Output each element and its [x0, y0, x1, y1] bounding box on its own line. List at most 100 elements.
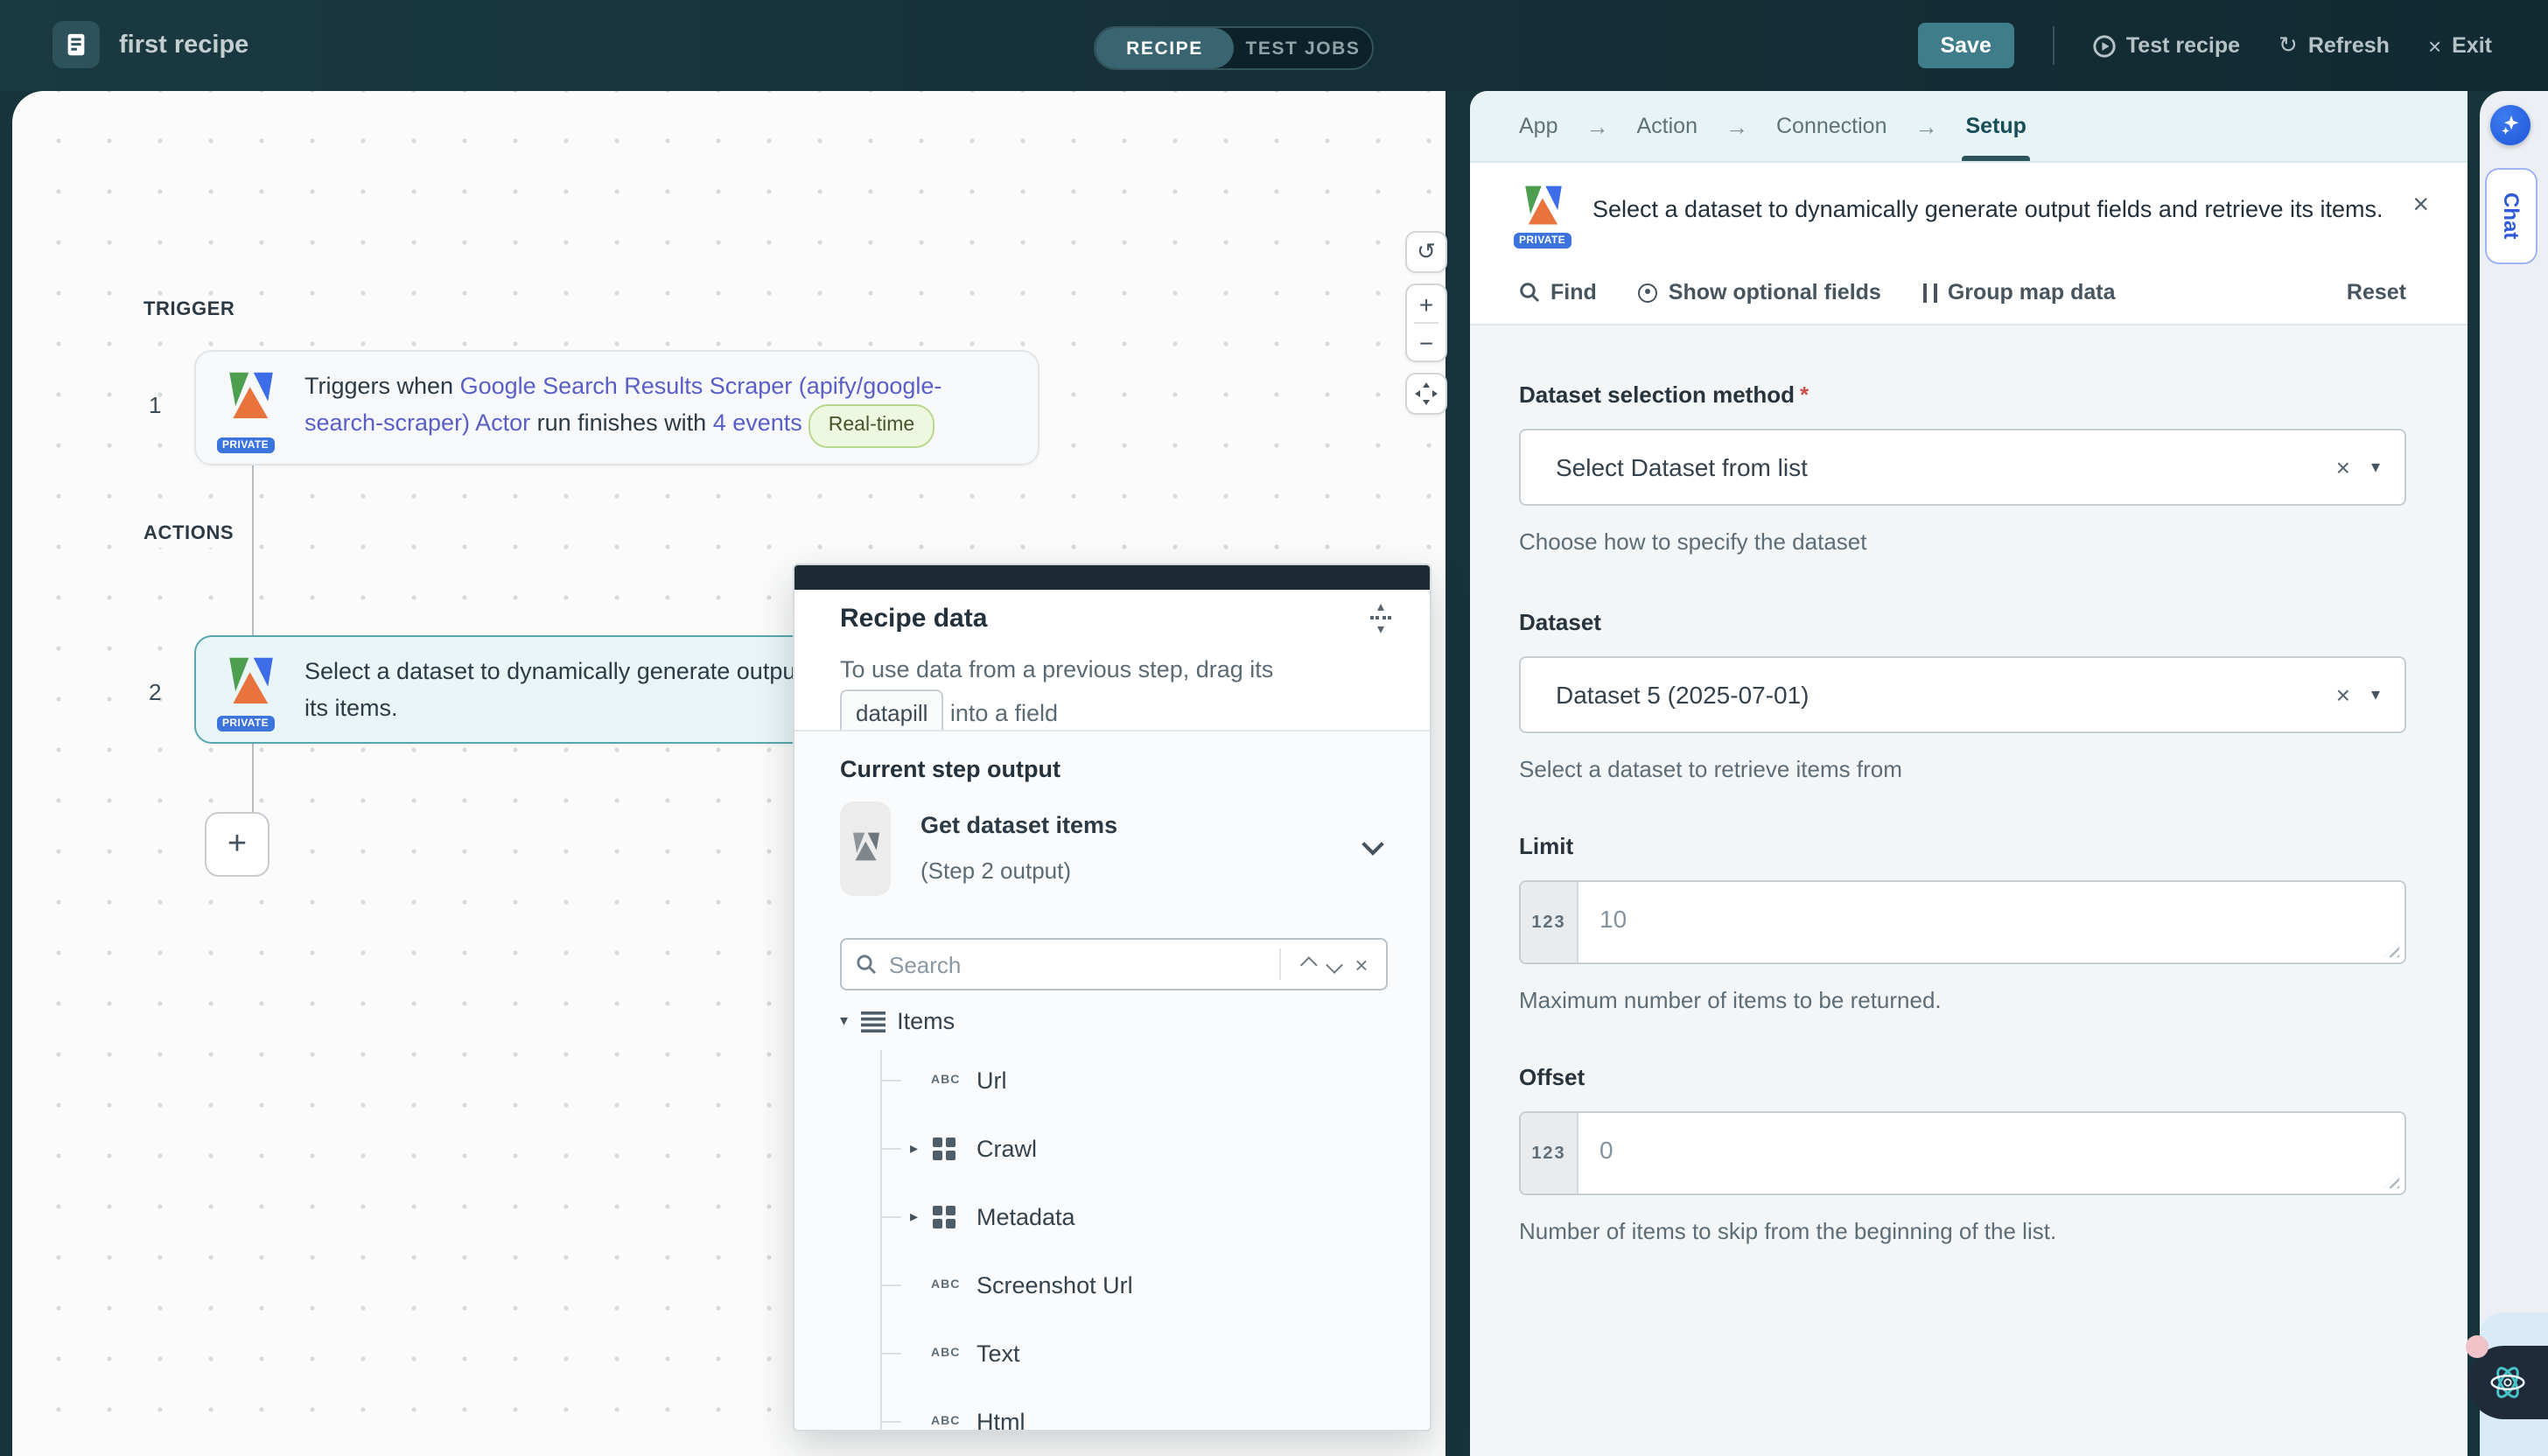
private-badge: PRIVATE [1514, 233, 1571, 248]
apify-logo-gray-icon [848, 830, 883, 868]
reset-view-button[interactable]: ↺ [1405, 231, 1447, 273]
recipe-doc-icon[interactable] [52, 21, 100, 68]
topbar-actions: Save Test recipe ↻ Refresh × Exit [1917, 0, 2492, 91]
pan-button[interactable] [1405, 373, 1447, 415]
drag-handle-icon[interactable]: ▴ ▾ [1370, 600, 1391, 635]
test-recipe-button[interactable]: Test recipe [2093, 33, 2240, 58]
show-optional-fields-button[interactable]: Show optional fields [1639, 280, 1881, 304]
dataset-select[interactable]: Dataset 5 (2025-07-01) × ▾ [1519, 656, 2406, 733]
refresh-button[interactable]: ↻ Refresh [2278, 32, 2390, 60]
show-optional-label: Show optional fields [1669, 280, 1881, 304]
subtitle-prefix: To use data from a previous step, drag i… [840, 656, 1273, 682]
tree-root-label: Items [897, 1008, 955, 1034]
chevron-down-icon[interactable] [1362, 833, 1383, 855]
tab-recipe[interactable]: RECIPE [1096, 28, 1234, 68]
recipe-title: first recipe [119, 32, 248, 60]
divider [1279, 948, 1281, 980]
drag-dots [1370, 616, 1391, 620]
subtitle-suffix: into a field [943, 700, 1058, 726]
datapill-html[interactable]: ABC Html [794, 1402, 1430, 1432]
refresh-label: Refresh [2308, 33, 2390, 58]
datapill-label: Text [976, 1340, 1020, 1366]
offset-input[interactable]: 0 [1578, 1113, 2404, 1194]
group-map-data-button[interactable]: Group map data [1923, 280, 2116, 304]
datapill-url[interactable]: ABC Url [794, 1060, 1430, 1099]
field-dataset-selection-method: Dataset selection method* Select Dataset… [1519, 382, 2406, 555]
zoom-out-button[interactable]: − [1407, 324, 1446, 360]
datapill-crawl[interactable]: ▸ Crawl [794, 1129, 1430, 1167]
number-type-icon: 123 [1521, 1113, 1578, 1194]
exit-button[interactable]: × Exit [2428, 32, 2492, 59]
step-connector-line [252, 458, 254, 662]
datapill-search: × [840, 938, 1388, 990]
tree-tick [880, 1352, 901, 1354]
private-badge: PRIVATE [217, 438, 274, 453]
clear-icon[interactable]: × [2315, 681, 2371, 709]
private-badge: PRIVATE [217, 716, 274, 732]
tree-tick [880, 1215, 901, 1217]
step-connector-line [252, 744, 254, 812]
breadcrumb-connection[interactable]: Connection [1776, 114, 1887, 138]
text-type-icon: ABC [931, 1415, 960, 1427]
search-icon [856, 954, 877, 975]
top-bar: first recipe RECIPE TEST JOBS Save Test … [0, 0, 2548, 91]
close-icon: × [2428, 32, 2441, 59]
save-button[interactable]: Save [1917, 23, 2013, 68]
caret-down-icon[interactable]: ▾ [2371, 685, 2380, 704]
apify-app-icon: PRIVATE [222, 368, 280, 448]
search-input[interactable] [889, 951, 1269, 977]
trigger-text-prefix: Triggers when [304, 373, 460, 399]
tab-test-jobs[interactable]: TEST JOBS [1234, 28, 1372, 68]
breadcrumb-setup[interactable]: Setup [1966, 114, 2026, 138]
zoom-control: + − [1405, 284, 1447, 362]
divider [2053, 26, 2054, 65]
panel-toolbar: Find Show optional fields Group map data… [1470, 261, 2468, 326]
close-panel-button[interactable]: × [2412, 191, 2429, 222]
limit-input[interactable]: 10 [1578, 882, 2404, 962]
search-prev-button[interactable] [1292, 950, 1320, 978]
step-2-number: 2 [149, 679, 161, 705]
breadcrumb-app[interactable]: App [1519, 114, 1558, 138]
field-label: Dataset selection method* [1519, 382, 2406, 408]
tree-root-items[interactable]: ▾ Items [840, 1008, 955, 1034]
current-step-output-section: Current step output Get dataset items (S… [794, 730, 1430, 1430]
caret-down-icon[interactable]: ▾ [840, 1012, 848, 1031]
trigger-events-link[interactable]: 4 events [713, 410, 802, 436]
caret-down-icon[interactable]: ▾ [2371, 458, 2380, 477]
chat-button[interactable]: Chat [2485, 168, 2538, 264]
chevron-up-icon [1299, 956, 1317, 973]
actions-section-label: ACTIONS [135, 520, 242, 548]
ai-assistant-button[interactable] [2490, 105, 2530, 145]
find-button[interactable]: Find [1519, 280, 1597, 304]
drag-up-icon: ▴ [1377, 600, 1384, 612]
add-step-button[interactable]: + [205, 812, 270, 877]
datapill-text[interactable]: ABC Text [794, 1334, 1430, 1372]
apify-logo-icon [222, 368, 280, 430]
search-close-button[interactable]: × [1348, 951, 1376, 977]
tree-tick [880, 1079, 901, 1081]
search-next-button[interactable] [1320, 950, 1348, 978]
field-limit: Limit 123 10 Maximum number of items to … [1519, 833, 2406, 1013]
clear-icon[interactable]: × [2315, 453, 2371, 481]
atom-icon [2488, 1363, 2527, 1402]
refresh-icon: ↻ [2278, 32, 2298, 60]
pan-icon [1414, 382, 1438, 406]
apify-logo-icon [1519, 182, 1568, 234]
popup-drag-bar[interactable] [794, 565, 1430, 590]
minus-icon: − [1419, 328, 1433, 356]
section-title: Current step output [840, 756, 1060, 782]
datapill-metadata[interactable]: ▸ Metadata [794, 1197, 1430, 1236]
caret-right-icon[interactable]: ▸ [910, 1138, 918, 1158]
popup-title: Recipe data [840, 604, 987, 634]
arrow-icon: → [1726, 113, 1748, 139]
reset-fields-button[interactable]: Reset [2347, 280, 2406, 304]
zoom-in-button[interactable]: + [1407, 285, 1446, 322]
step-1-number: 1 [149, 392, 161, 418]
dataset-selection-method-select[interactable]: Select Dataset from list × ▾ [1519, 429, 2406, 506]
caret-right-icon[interactable]: ▸ [910, 1207, 918, 1226]
find-label: Find [1550, 280, 1597, 304]
breadcrumb-action[interactable]: Action [1637, 114, 1698, 138]
datapill-screenshot-url[interactable]: ABC Screenshot Url [794, 1265, 1430, 1304]
text-type-icon: ABC [931, 1278, 960, 1291]
trigger-step-card[interactable]: PRIVATE Triggers when Google Search Resu… [194, 350, 1040, 466]
